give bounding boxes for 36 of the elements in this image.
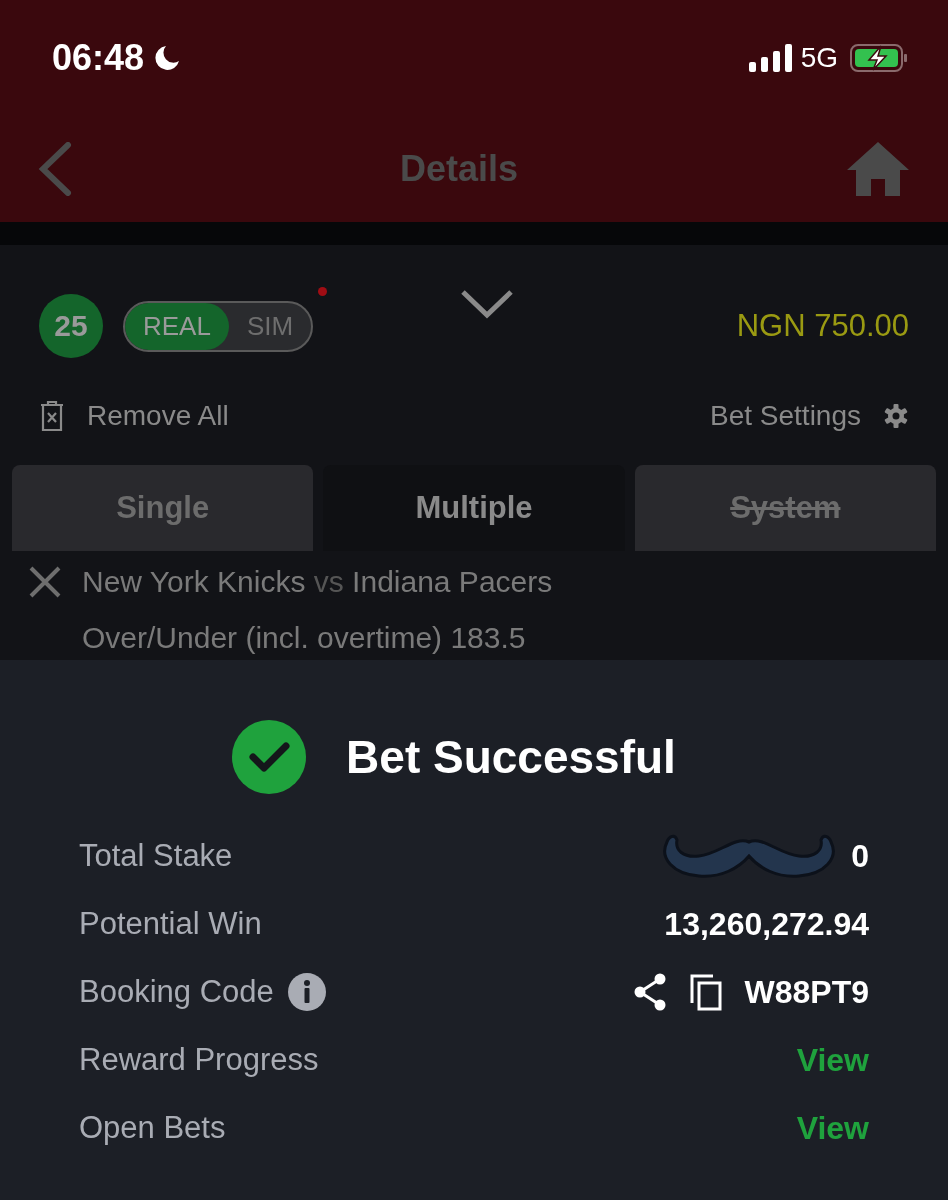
info-icon[interactable] [287, 973, 326, 1011]
balance: NGN 750.00 [736, 308, 909, 344]
mode-option[interactable]: REAL [125, 302, 229, 350]
potential-win-value: 13,260,272.94 [664, 905, 869, 943]
settings-icon[interactable] [883, 403, 909, 429]
signal-icon [748, 43, 793, 72]
view-link[interactable]: View [796, 1109, 869, 1147]
row-label: Open Bets [79, 1110, 226, 1146]
check-circle-icon [232, 720, 307, 794]
share-icon[interactable] [632, 973, 667, 1011]
page-title: Details [399, 147, 519, 190]
bet-type-tab[interactable]: Multiple [323, 465, 625, 551]
bet-settings-button[interactable]: Bet Settings [710, 400, 861, 432]
mode-option[interactable]: SIM [228, 302, 312, 350]
network-label: 5G [800, 41, 838, 74]
match-title: New York Knicks vs Indiana Pacers [82, 565, 553, 599]
success-title: Bet Successful [346, 730, 676, 784]
chevron-down-icon[interactable] [460, 289, 514, 319]
market-label: Over/Under (incl. overtime) 183.5 [82, 621, 527, 655]
booking-code: W88PT9 [744, 973, 869, 1011]
view-link[interactable]: View [796, 1041, 869, 1079]
battery-charging-icon [850, 43, 908, 72]
bet-type-tab[interactable]: Single [12, 465, 314, 551]
close-icon[interactable] [28, 565, 62, 599]
stake-value: 0 [851, 837, 869, 875]
copy-icon[interactable] [688, 973, 723, 1011]
notification-dot [318, 286, 328, 296]
status-time: 06:48 [52, 36, 145, 79]
trash-icon[interactable] [39, 400, 65, 432]
row-label: Booking Code [79, 974, 274, 1010]
row-label: Total Stake [79, 838, 233, 874]
selection-count: 25 [39, 294, 103, 358]
remove-all-button[interactable]: Remove All [87, 400, 229, 432]
row-label: Potential Win [79, 906, 262, 942]
row-label: Reward Progress [79, 1042, 319, 1078]
mode-toggle[interactable]: REAL SIM [123, 300, 314, 352]
